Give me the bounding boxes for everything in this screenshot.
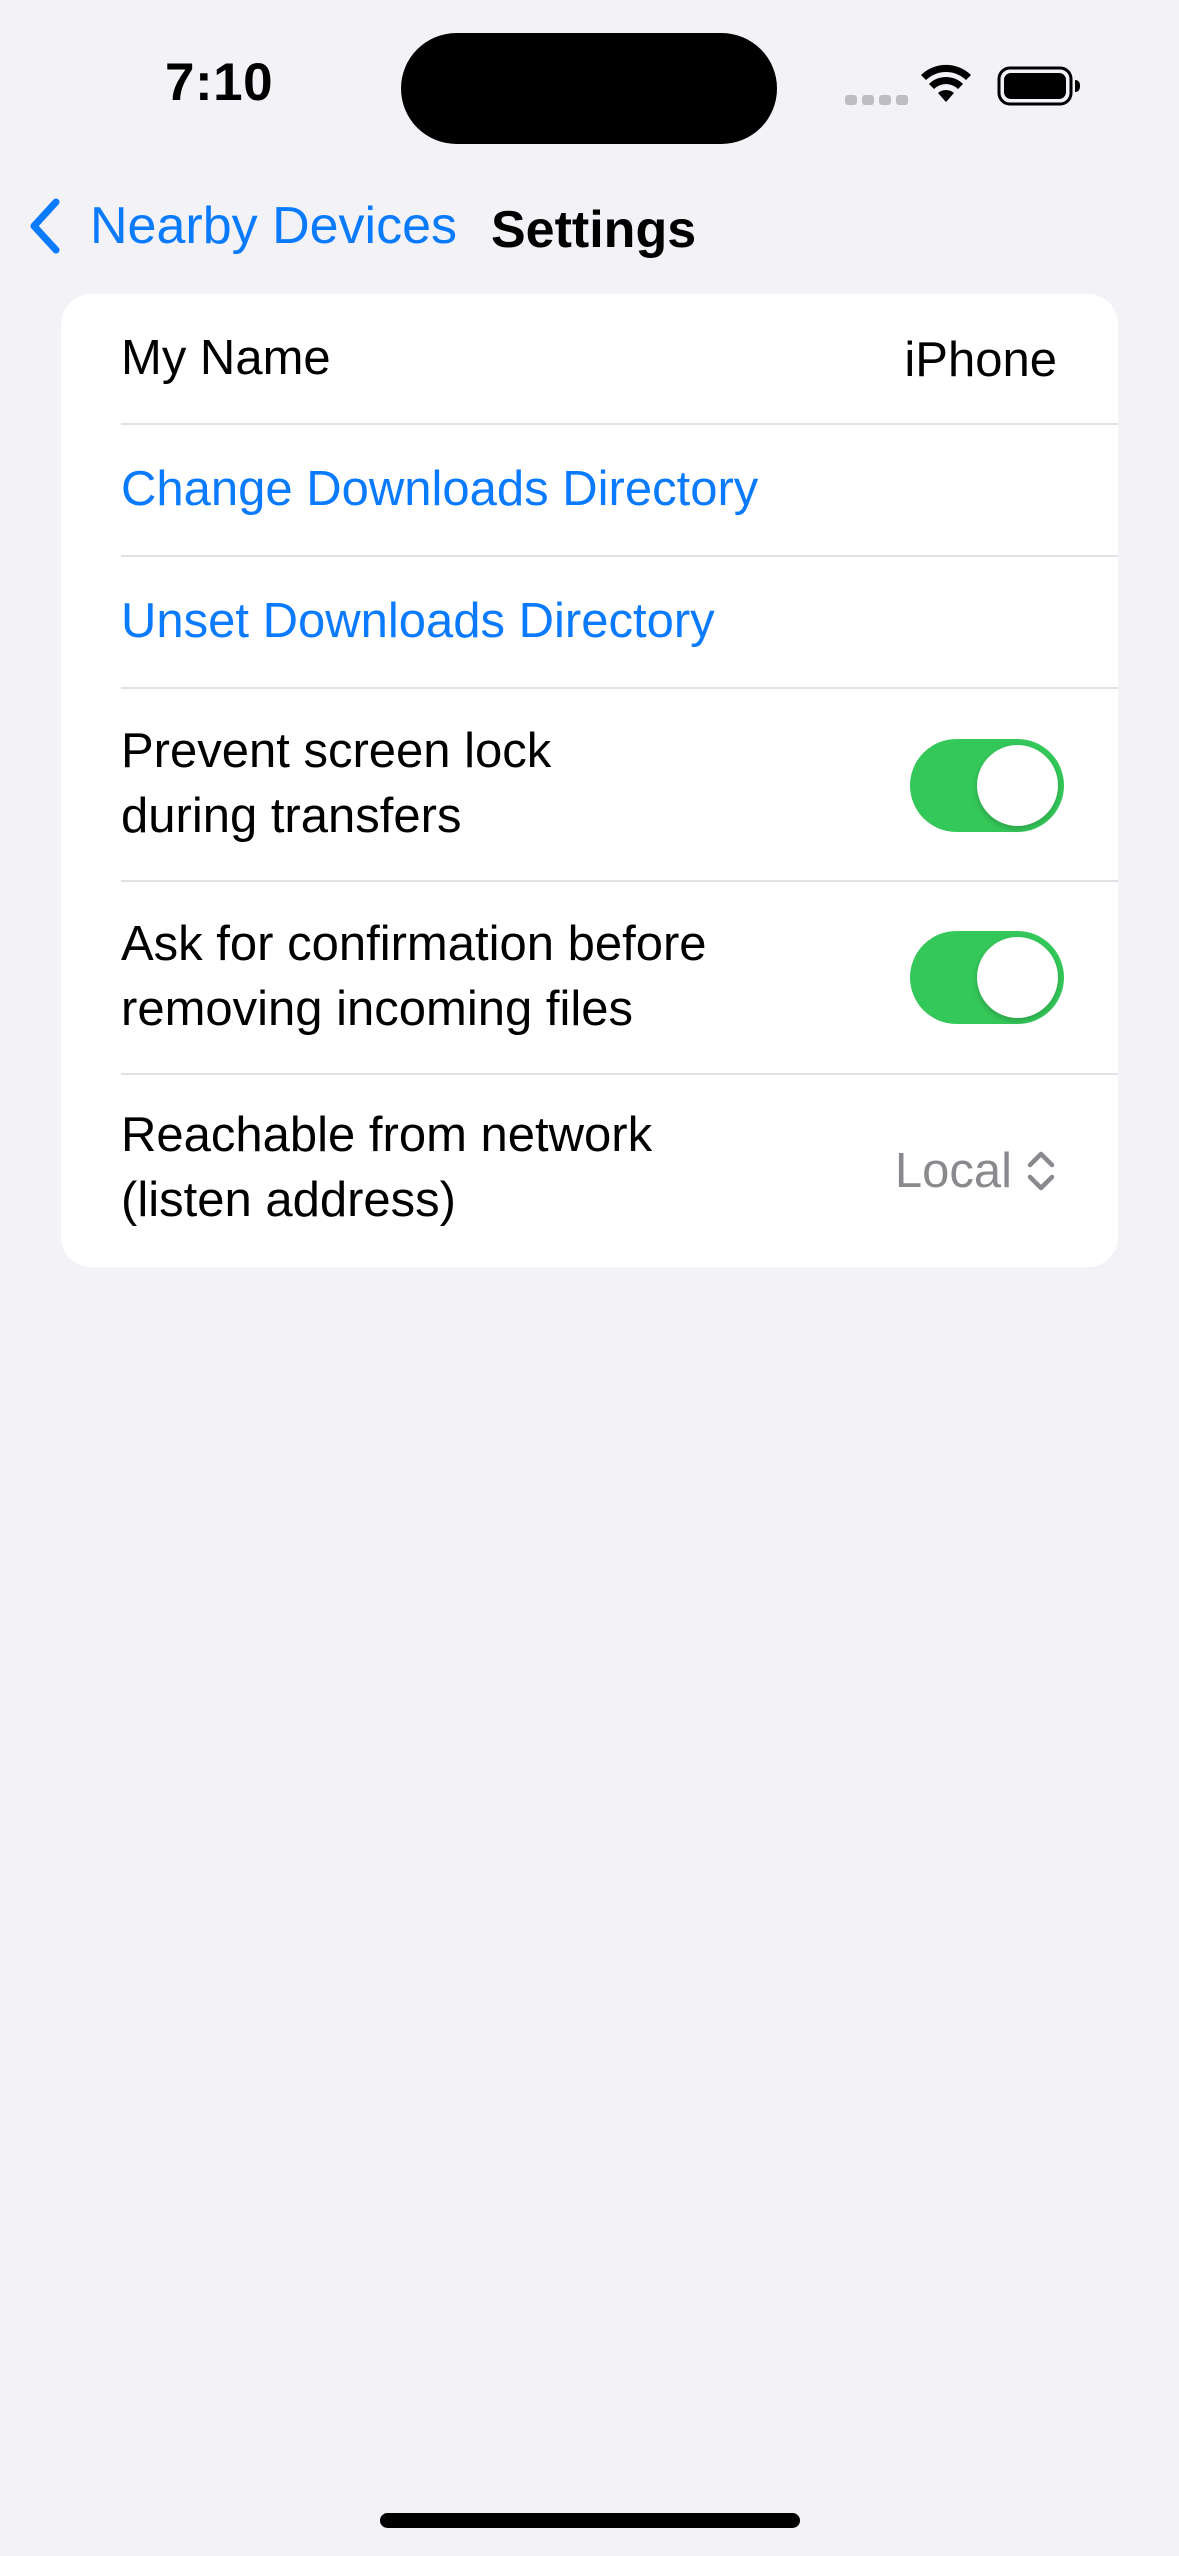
my-name-label: My Name: [121, 331, 331, 385]
confirm-remove-line1: Ask for confirmation before: [121, 917, 707, 971]
confirm-remove-toggle[interactable]: [910, 931, 1064, 1024]
back-button[interactable]: Nearby Devices: [26, 196, 457, 256]
prevent-screen-lock-row: Prevent screen lock during transfers: [61, 689, 1118, 880]
prevent-screen-lock-line1: Prevent screen lock: [121, 724, 552, 778]
prevent-screen-lock-label: Prevent screen lock during transfers: [121, 719, 551, 849]
navigation-bar: Nearby Devices Settings: [0, 180, 1179, 275]
back-button-label: Nearby Devices: [90, 197, 458, 255]
toggle-knob: [977, 937, 1058, 1018]
confirm-remove-line2: removing incoming files: [121, 982, 633, 1036]
listen-address-picker[interactable]: Local: [895, 1143, 1058, 1199]
chevron-left-icon: [30, 198, 60, 254]
prevent-screen-lock-toggle[interactable]: [910, 739, 1064, 832]
reachable-line1: Reachable from network: [121, 1108, 653, 1162]
prevent-screen-lock-line2: during transfers: [121, 789, 462, 843]
chevron-up-down-icon: [1027, 1151, 1055, 1191]
battery-icon: [997, 66, 1080, 106]
confirm-remove-row: Ask for confirmation before removing inc…: [61, 882, 1118, 1073]
reachable-label: Reachable from network (listen address): [121, 1103, 652, 1233]
dynamic-island: [401, 33, 777, 144]
status-time: 7:10: [165, 53, 274, 112]
wifi-icon: [921, 64, 971, 102]
my-name-row[interactable]: My Name iPhone: [61, 294, 1118, 424]
settings-card: My Name iPhone Change Downloads Director…: [61, 294, 1118, 1267]
status-bar: 7:10: [0, 0, 1179, 170]
reachable-line2: (listen address): [121, 1173, 456, 1227]
my-name-value: iPhone: [904, 333, 1057, 387]
reachable-row: Reachable from network (listen address) …: [61, 1075, 1118, 1267]
change-downloads-directory-button[interactable]: Change Downloads Directory: [61, 425, 1118, 555]
cellular-signal-icon: [845, 95, 908, 105]
listen-address-value: Local: [894, 1144, 1012, 1198]
unset-downloads-directory-button[interactable]: Unset Downloads Directory: [61, 557, 1118, 687]
change-downloads-directory-label: Change Downloads Directory: [121, 462, 759, 516]
confirm-remove-label: Ask for confirmation before removing inc…: [121, 912, 707, 1042]
page-title: Settings: [491, 201, 697, 259]
toggle-knob: [977, 745, 1058, 826]
home-indicator[interactable]: [380, 2513, 800, 2528]
unset-downloads-directory-label: Unset Downloads Directory: [121, 594, 715, 648]
